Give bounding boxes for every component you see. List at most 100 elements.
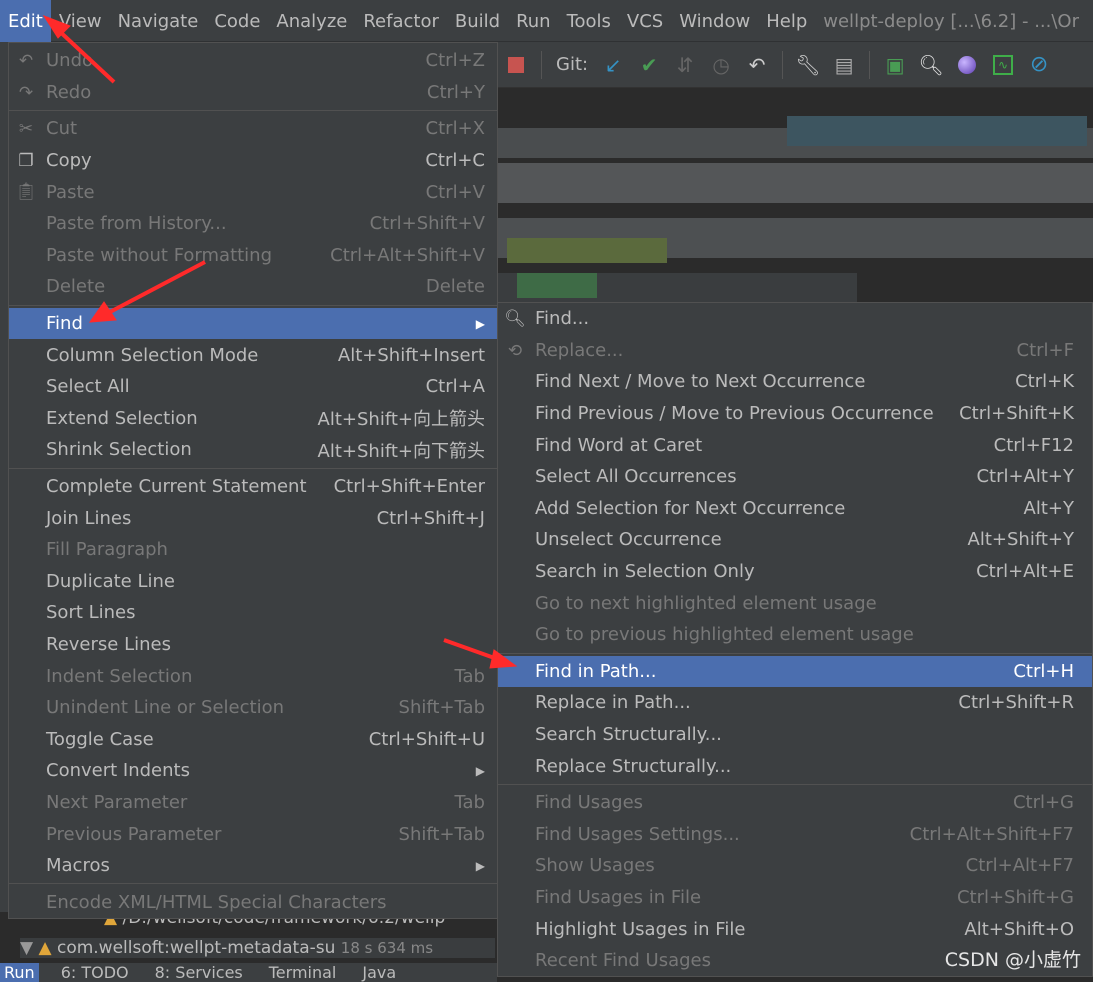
toolbar-divider bbox=[541, 50, 542, 79]
menu-item-toggle-case[interactable]: Toggle Case Ctrl+Shift+U bbox=[9, 723, 497, 755]
menu-item-replace-in-path[interactable]: Replace in Path... Ctrl+Shift+R bbox=[498, 687, 1092, 719]
menu-item-replace-structurally[interactable]: Replace Structurally... bbox=[498, 750, 1092, 782]
tool-tab-terminal[interactable]: Terminal bbox=[265, 963, 341, 982]
menu-item-label: Reverse Lines bbox=[46, 633, 171, 655]
menu-item-label: Delete bbox=[46, 276, 106, 298]
menu-item-copy[interactable]: ❐ Copy Ctrl+C bbox=[9, 145, 497, 177]
menu-item-column-selection-mode[interactable]: Column Selection Mode Alt+Shift+Insert bbox=[9, 339, 497, 371]
menu-separator bbox=[498, 783, 1092, 785]
menu-item-find-usages-settings[interactable]: Find Usages Settings... Ctrl+Alt+Shift+F7 bbox=[498, 819, 1092, 851]
menu-item-unindent-line-or-selection[interactable]: Unindent Line or Selection Shift+Tab bbox=[9, 692, 497, 724]
menu-item-label: Convert Indents bbox=[46, 760, 190, 782]
menu-vcs[interactable]: VCS bbox=[619, 0, 671, 42]
menu-item-join-lines[interactable]: Join Lines Ctrl+Shift+J bbox=[9, 502, 497, 534]
menu-item-unselect-occurrence[interactable]: Unselect Occurrence Alt+Shift+Y bbox=[498, 524, 1092, 556]
menu-item-find-usages[interactable]: Find Usages Ctrl+G bbox=[498, 787, 1092, 819]
stop-icon[interactable] bbox=[505, 54, 527, 76]
git-label: Git: bbox=[556, 54, 589, 75]
monitor-icon[interactable]: ∿ bbox=[992, 54, 1014, 76]
git-merge-icon[interactable]: ⇵ bbox=[674, 53, 696, 77]
menu-item-go-to-previous-highlighted-element-usage[interactable]: Go to previous highlighted element usage bbox=[498, 619, 1092, 651]
menu-item-label: Copy bbox=[46, 150, 92, 172]
menu-item-show-usages[interactable]: Show Usages Ctrl+Alt+F7 bbox=[498, 850, 1092, 882]
tool-tab-java[interactable]: Java bbox=[358, 963, 400, 982]
tool-tab-8-services[interactable]: 8: Services bbox=[151, 963, 247, 982]
menu-item-shortcut: Tab bbox=[454, 791, 485, 813]
menu-separator bbox=[498, 652, 1092, 654]
revert-icon[interactable]: ↶ bbox=[746, 53, 768, 77]
menu-item-find-previous-move-to-previous-occurrence[interactable]: Find Previous / Move to Previous Occurre… bbox=[498, 398, 1092, 430]
tool-tab-run[interactable]: Run bbox=[0, 963, 39, 982]
menu-item-shortcut: Ctrl+X bbox=[425, 118, 485, 140]
menu-item-next-parameter[interactable]: Next Parameter Tab bbox=[9, 787, 497, 819]
menu-item-delete[interactable]: Delete Delete bbox=[9, 271, 497, 303]
log-line[interactable]: ▼ ▲ com.wellsoft:wellpt-metadata-su 18 s… bbox=[20, 938, 495, 958]
run-console-icon[interactable]: ▣ bbox=[884, 53, 906, 77]
menu-help[interactable]: Help bbox=[758, 0, 815, 42]
menu-item-shortcut: Ctrl+A bbox=[425, 376, 485, 398]
menu-item-label: Replace... bbox=[535, 339, 624, 361]
menu-item-select-all[interactable]: Select All Ctrl+A bbox=[9, 371, 497, 403]
menu-window[interactable]: Window bbox=[671, 0, 758, 42]
menu-item-convert-indents[interactable]: Convert Indents ▶ bbox=[9, 755, 497, 787]
menu-item-find[interactable]: Find ▶ bbox=[9, 307, 497, 340]
wrench-icon[interactable]: 🔧︎ bbox=[795, 53, 820, 77]
disable-icon[interactable]: ⊘ bbox=[1028, 52, 1050, 77]
menu-item-paste[interactable]: 📋︎ Paste Ctrl+V bbox=[9, 176, 497, 208]
menu-item-redo[interactable]: ↷ Redo Ctrl+Y bbox=[9, 77, 497, 109]
menu-build[interactable]: Build bbox=[447, 0, 508, 42]
menu-item-complete-current-statement[interactable]: Complete Current Statement Ctrl+Shift+Ent… bbox=[9, 471, 497, 503]
menu-edit[interactable]: Edit bbox=[0, 0, 51, 42]
menu-code[interactable]: Code bbox=[206, 0, 268, 42]
menu-item-previous-parameter[interactable]: Previous Parameter Shift+Tab bbox=[9, 818, 497, 850]
menu-item-find-next-move-to-next-occurrence[interactable]: Find Next / Move to Next Occurrence Ctrl+… bbox=[498, 366, 1092, 398]
menu-item-sort-lines[interactable]: Sort Lines bbox=[9, 597, 497, 629]
menu-item-paste-without-formatting[interactable]: Paste without Formatting Ctrl+Alt+Shift+V bbox=[9, 240, 497, 272]
menu-item-find-in-path[interactable]: Find in Path... Ctrl+H bbox=[498, 655, 1092, 688]
toolbar-divider bbox=[869, 50, 871, 79]
plugin-sphere-icon[interactable] bbox=[956, 54, 978, 76]
menu-item-replace[interactable]: ⟲ Replace... Ctrl+F bbox=[498, 335, 1092, 367]
menu-item-find-usages-in-file[interactable]: Find Usages in File Ctrl+Shift+G bbox=[498, 882, 1092, 914]
project-structure-icon[interactable]: ▤ bbox=[833, 53, 855, 77]
menu-item-cut[interactable]: ✂ Cut Ctrl+X bbox=[9, 113, 497, 145]
menu-separator bbox=[9, 883, 497, 885]
menu-item-find-word-at-caret[interactable]: Find Word at Caret Ctrl+F12 bbox=[498, 429, 1092, 461]
git-commit-icon[interactable]: ✔ bbox=[638, 53, 660, 77]
menu-item-find[interactable]: 🔍︎ Find... bbox=[498, 303, 1092, 335]
menu-analyze[interactable]: Analyze bbox=[268, 0, 355, 42]
menu-item-macros[interactable]: Macros ▶ bbox=[9, 850, 497, 882]
menu-item-paste-from-history[interactable]: Paste from History... Ctrl+Shift+V bbox=[9, 208, 497, 240]
menu-item-fill-paragraph[interactable]: Fill Paragraph bbox=[9, 534, 497, 566]
menu-view[interactable]: View bbox=[51, 0, 110, 42]
menu-item-label: Unselect Occurrence bbox=[535, 529, 722, 551]
menu-refactor[interactable]: Refactor bbox=[355, 0, 447, 42]
menu-item-label: Search Structurally... bbox=[535, 724, 722, 746]
menu-item-label: Find bbox=[46, 313, 83, 335]
search-icon[interactable]: 🔍︎ bbox=[918, 53, 943, 77]
menu-item-select-all-occurrences[interactable]: Select All Occurrences Ctrl+Alt+Y bbox=[498, 461, 1092, 493]
menu-item-indent-selection[interactable]: Indent Selection Tab bbox=[9, 660, 497, 692]
menu-item-shortcut: Alt+Shift+O bbox=[964, 918, 1074, 940]
menu-tools[interactable]: Tools bbox=[559, 0, 619, 42]
menu-item-add-selection-for-next-occurrence[interactable]: Add Selection for Next Occurrence Alt+Y bbox=[498, 493, 1092, 525]
menu-navigate[interactable]: Navigate bbox=[110, 0, 207, 42]
menu-item-search-structurally[interactable]: Search Structurally... bbox=[498, 719, 1092, 751]
menu-item-go-to-next-highlighted-element-usage[interactable]: Go to next highlighted element usage bbox=[498, 587, 1092, 619]
menu-run[interactable]: Run bbox=[508, 0, 559, 42]
menu-item-search-in-selection-only[interactable]: Search in Selection Only Ctrl+Alt+E bbox=[498, 556, 1092, 588]
menu-item-duplicate-line[interactable]: Duplicate Line bbox=[9, 566, 497, 598]
history-icon[interactable]: ◷ bbox=[710, 53, 732, 77]
menu-item-label: Go to previous highlighted element usage bbox=[535, 624, 914, 646]
menu-item-highlight-usages-in-file[interactable]: Highlight Usages in File Alt+Shift+O bbox=[498, 913, 1092, 945]
menu-item-shrink-selection[interactable]: Shrink Selection Alt+Shift+向下箭头 bbox=[9, 434, 497, 466]
menu-item-undo[interactable]: ↶ Undo Ctrl+Z bbox=[9, 45, 497, 77]
tool-tab-6-todo[interactable]: 6: TODO bbox=[57, 963, 133, 982]
menu-item-extend-selection[interactable]: Extend Selection Alt+Shift+向上箭头 bbox=[9, 403, 497, 435]
menu-item-reverse-lines[interactable]: Reverse Lines bbox=[9, 629, 497, 661]
git-update-icon[interactable]: ↙ bbox=[602, 53, 624, 77]
submenu-arrow-icon: ▶ bbox=[475, 763, 485, 778]
menu-item-encode-xml-html-special-characters[interactable]: Encode XML/HTML Special Characters bbox=[9, 886, 497, 918]
submenu-arrow-icon: ▶ bbox=[475, 858, 485, 873]
menu-item-label: Add Selection for Next Occurrence bbox=[535, 497, 846, 519]
